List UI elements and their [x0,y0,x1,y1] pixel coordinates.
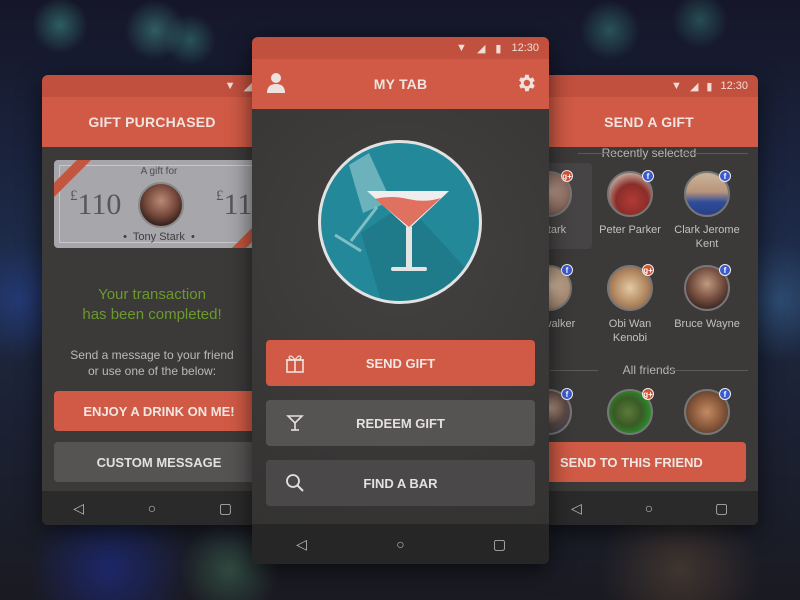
facebook-icon: f [719,388,731,400]
phone-my-tab: ▼ ◢ ▮ 12:30 MY TAB SEND GIFT REDEEM GIFT… [252,37,549,564]
page-title: GIFT PURCHASED [88,114,216,130]
send-to-friend-button[interactable]: SEND TO THIS FRIEND [540,442,746,482]
voucher-amount: £110 [70,188,122,221]
battery-icon: ▮ [706,80,713,93]
recently-selected-heading: Recently selected [540,146,758,160]
back-icon[interactable]: ◁ [564,500,588,517]
friend-avatar: g+ [607,388,654,435]
search-icon [284,472,306,494]
status-bar: ▼ ◢ [42,75,262,97]
status-bar: ▼ ◢ ▮ 12:30 [252,37,549,59]
find-bar-button[interactable]: FIND A BAR [266,460,535,506]
home-icon[interactable]: ○ [140,500,164,516]
google-plus-icon: g+ [642,264,654,276]
home-icon[interactable]: ○ [637,500,661,516]
wifi-icon: ▼ [671,80,682,92]
redeem-gift-label: REDEEM GIFT [356,415,445,431]
send-gift-label: SEND GIFT [365,355,436,371]
wifi-icon: ▼ [224,80,236,92]
friend-avatar: f [684,388,731,435]
app-logo-cocktail [318,140,482,304]
friend-name: Clark Jerome Kent [674,224,740,250]
page-title: MY TAB [373,76,428,92]
clock: 12:30 [511,42,539,54]
send-gift-button[interactable]: SEND GIFT [266,340,535,386]
back-icon[interactable]: ◁ [67,500,91,517]
friend-avatar: f [684,264,731,311]
facebook-icon: f [719,264,731,276]
recents-icon[interactable]: ▢ [488,536,512,553]
facebook-icon: f [561,264,573,276]
wifi-icon: ▼ [456,42,467,54]
facebook-icon: f [719,170,731,182]
friend-item[interactable]: f [670,388,744,435]
status-bar: ▼ ◢ ▮ 12:30 [540,75,758,97]
friend-name: Peter Parker [599,224,661,236]
friend-name: Bruce Wayne [674,318,740,330]
back-icon[interactable]: ◁ [290,536,314,553]
nav-bar: ◁ ○ ▢ [540,491,758,525]
google-plus-icon: g+ [642,388,654,400]
app-bar: GIFT PURCHASED [42,97,262,147]
gift-icon [284,352,306,374]
app-bar: MY TAB [252,59,549,109]
signal-icon: ◢ [476,42,486,55]
nav-bar: ◁ ○ ▢ [42,491,262,525]
voucher-caption: A gift for [140,166,178,177]
custom-message-button[interactable]: CUSTOM MESSAGE [54,442,262,482]
recents-icon[interactable]: ▢ [213,500,237,517]
friend-avatar: g+ [607,264,654,311]
recipient-name: • Tony Stark • [123,231,195,243]
page-title: SEND A GIFT [604,114,694,130]
friend-name: Obi Wan Kenobi [608,318,652,344]
clock: 12:30 [720,80,748,92]
facebook-icon: f [642,170,654,182]
settings-gear-icon[interactable] [515,72,537,94]
facebook-icon: f [561,388,573,400]
app-bar: SEND A GIFT [540,97,758,147]
signal-icon: ◢ [243,80,252,93]
voucher-amount-right: £11 [216,188,253,221]
friend-item[interactable]: g+ Obi Wan Kenobi [593,264,667,345]
gift-voucher: A gift for £110 £11 • Tony Stark • [54,160,262,248]
transaction-complete-message: Your transaction has been completed! [82,286,222,323]
signal-icon: ◢ [689,80,699,93]
redeem-gift-button[interactable]: REDEEM GIFT [266,400,535,446]
enjoy-drink-button[interactable]: ENJOY A DRINK ON ME! [54,391,262,431]
recipient-avatar [138,182,184,228]
friend-item[interactable]: f Clark Jerome Kent [670,170,744,251]
friend-item[interactable]: f Peter Parker [593,170,667,237]
friend-item[interactable]: f Bruce Wayne [670,264,744,331]
home-icon[interactable]: ○ [389,536,413,552]
cocktail-icon [284,412,306,434]
send-message-hint: Send a message to your friend or use one… [70,348,234,378]
recents-icon[interactable]: ▢ [710,500,734,517]
nav-bar: ◁ ○ ▢ [252,524,549,564]
find-bar-label: FIND A BAR [363,475,438,491]
google-plus-icon: g+ [561,170,573,182]
phone-send-a-gift: ▼ ◢ ▮ 12:30 SEND A GIFT Recently selecte… [540,75,758,525]
profile-icon[interactable] [266,72,286,94]
battery-icon: ▮ [495,42,502,55]
all-friends-heading: All friends [540,363,758,377]
friend-avatar: f [607,170,654,217]
phone-gift-purchased: ▼ ◢ GIFT PURCHASED A gift for £110 £11 •… [42,75,262,525]
friend-item[interactable]: g+ [593,388,667,435]
friend-avatar: f [684,170,731,217]
